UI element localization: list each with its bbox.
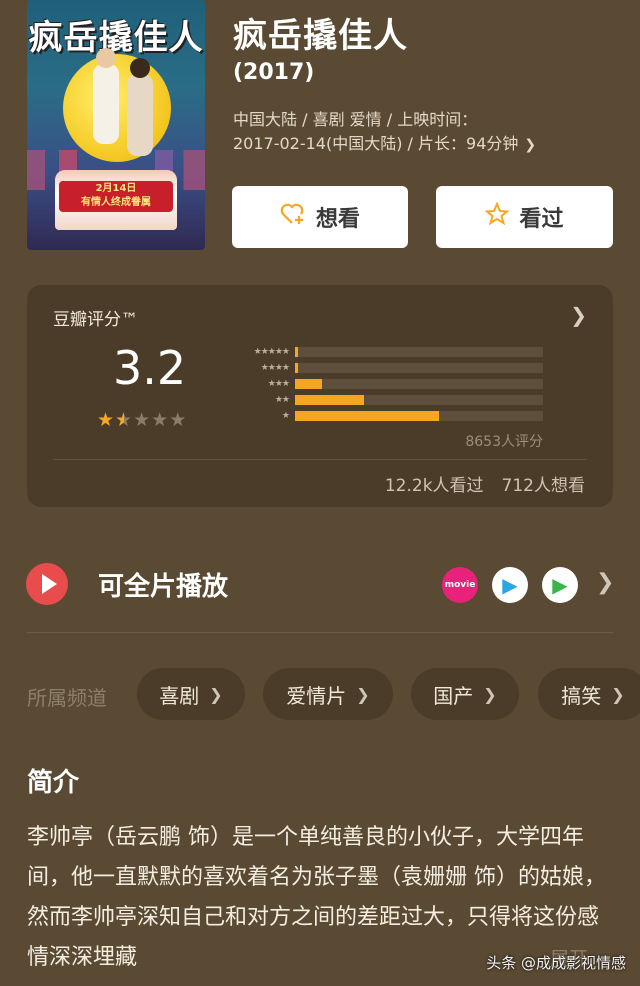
play-label[interactable]: 可全片播放 — [98, 566, 228, 603]
poster-title-art: 疯岳撬佳人 — [28, 18, 204, 58]
chevron-right-icon: ❯ — [524, 137, 537, 153]
stars-2-icon: ★★ — [274, 395, 290, 405]
dist-row-2: ★★ — [225, 392, 545, 408]
seen-label: 看过 — [519, 207, 564, 232]
poster-date: 2月14日 — [95, 183, 137, 194]
movie-year: (2017) — [233, 60, 315, 85]
dist-bar — [295, 379, 323, 389]
movie-app-icon[interactable]: movie — [442, 567, 478, 603]
poster-figure-male — [93, 48, 119, 144]
want-label: 想看 — [315, 207, 360, 232]
rating-score: 3.2 — [113, 341, 187, 395]
play-icon[interactable] — [26, 563, 68, 605]
poster-cake-banner: 2月14日 有情人终成眷属 — [59, 181, 173, 212]
chevron-right-icon: ❯ — [570, 303, 587, 327]
stars-3-icon: ★★★ — [267, 379, 290, 389]
chip-label: 国产 — [433, 683, 474, 708]
chevron-right-icon[interactable]: ❯ — [596, 570, 614, 595]
poster-figure-female — [127, 58, 153, 156]
wanted-count: 712人想看 — [501, 476, 585, 496]
stars-5-icon: ★★★★★ — [253, 347, 290, 357]
card-divider — [53, 459, 587, 460]
chevron-right-icon: ❯ — [209, 684, 223, 704]
dist-bar — [295, 347, 298, 357]
synopsis-title: 简介 — [27, 768, 80, 798]
rating-card[interactable]: 豆瓣评分™ ❯ 3.2 ★★★★★ ★★★★★ ★★★★ ★★★ ★★ ★ 86… — [27, 285, 613, 507]
channel-chip-funny[interactable]: 搞笑 ❯ — [538, 668, 640, 720]
channel-chip-comedy[interactable]: 喜剧 ❯ — [137, 668, 245, 720]
star-outline-icon — [484, 201, 511, 232]
meta-line-1: 中国大陆 / 喜剧 爱情 / 上映时间： — [233, 110, 478, 129]
dist-bar — [295, 411, 439, 421]
star-half-icon: ★ — [115, 409, 134, 431]
rating-distribution: ★★★★★ ★★★★ ★★★ ★★ ★ — [225, 344, 545, 424]
want-to-watch-button[interactable]: 想看 — [232, 186, 408, 248]
rating-label: 豆瓣评分™ — [53, 310, 138, 330]
section-divider — [27, 632, 613, 633]
chip-label: 爱情片 — [286, 683, 347, 708]
stars-4-icon: ★★★★ — [260, 363, 290, 373]
youku-icon[interactable]: ▶ — [492, 567, 528, 603]
chevron-right-icon: ❯ — [356, 684, 370, 704]
watermark: 头条 @成成影视情感 — [486, 954, 626, 972]
watched-count: 12.2k人看过 — [384, 476, 484, 496]
dist-row-1: ★ — [225, 408, 545, 424]
dist-bar — [295, 395, 365, 405]
rating-count: 8653人评分 — [465, 434, 543, 450]
heart-plus-icon — [280, 203, 306, 231]
stars-1-icon: ★ — [281, 411, 290, 421]
movie-title: 疯岳撬佳人 — [233, 16, 408, 56]
dist-bar — [295, 363, 298, 373]
watched-button[interactable]: 看过 — [436, 186, 613, 248]
poster-tagline: 有情人终成眷属 — [81, 197, 151, 208]
meta-line-2: 2017-02-14(中国大陆) / 片长：94分钟 — [233, 134, 519, 153]
chip-label: 搞笑 — [561, 683, 602, 708]
dist-row-4: ★★★★ — [225, 360, 545, 376]
rating-stars: ★★★★★ — [97, 409, 187, 431]
dist-row-5: ★★★★★ — [225, 344, 545, 360]
chip-label: 喜剧 — [159, 683, 200, 708]
star-empty-icon: ★ — [133, 409, 152, 431]
chevron-right-icon: ❯ — [611, 684, 625, 704]
channel-chip-domestic[interactable]: 国产 ❯ — [411, 668, 519, 720]
chevron-right-icon: ❯ — [483, 684, 497, 704]
channels-label: 所属频道 — [27, 686, 107, 710]
star-empty-icon: ★ — [169, 409, 188, 431]
tencent-video-icon[interactable]: ▶ — [542, 567, 578, 603]
channel-chip-romance[interactable]: 爱情片 ❯ — [263, 668, 393, 720]
star-empty-icon: ★ — [151, 409, 170, 431]
movie-poster[interactable]: 疯岳撬佳人 2月14日 有情人终成眷属 — [27, 0, 205, 250]
watch-stats: 12.2k人看过 712人想看 — [367, 471, 585, 496]
movie-meta[interactable]: 中国大陆 / 喜剧 爱情 / 上映时间： 2017-02-14(中国大陆) / … — [233, 108, 613, 157]
dist-row-3: ★★★ — [225, 376, 545, 392]
star-full-icon: ★ — [97, 409, 116, 431]
